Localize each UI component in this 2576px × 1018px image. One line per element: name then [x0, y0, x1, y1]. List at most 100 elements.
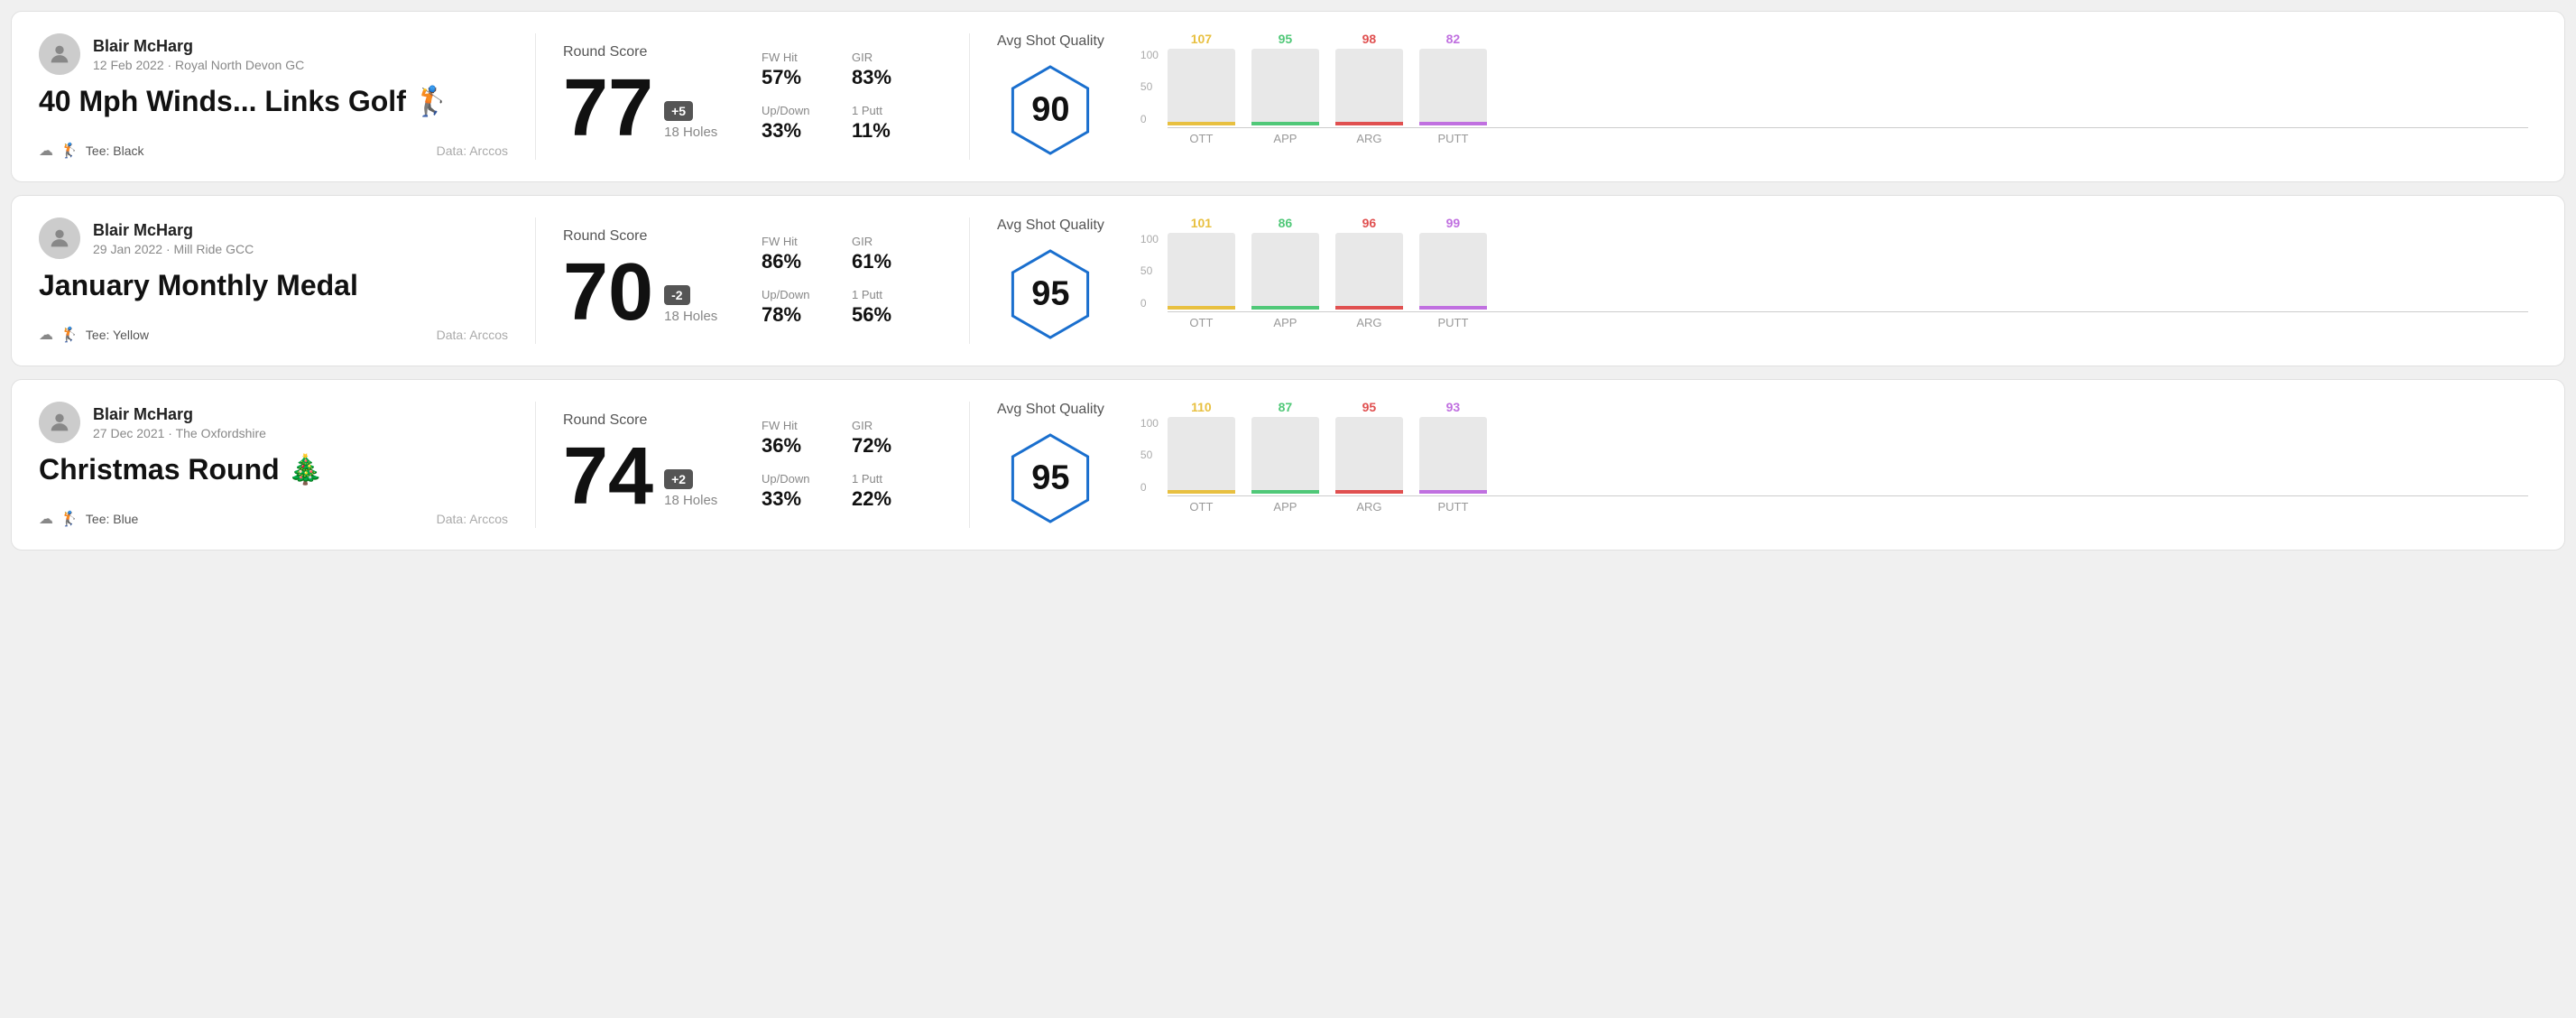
updown-label-2: Up/Down	[762, 288, 825, 301]
chart-bar-line-arg	[1335, 306, 1403, 310]
chart-bar-line-app	[1251, 490, 1319, 494]
chart-bar-putt	[1419, 417, 1487, 494]
chart-bar-ott	[1168, 417, 1235, 494]
card-left-2: Blair McHarg 29 Jan 2022 · Mill Ride GCC…	[39, 217, 508, 344]
chart-val-ott: 110	[1191, 400, 1212, 414]
tee-info-3: ☁ 🏌 Tee: Blue	[39, 510, 138, 528]
oneputt-label-2: 1 Putt	[852, 288, 915, 301]
card-left-1: Blair McHarg 12 Feb 2022 · Royal North D…	[39, 33, 508, 160]
score-section-2: Round Score 70 -2 18 Holes	[563, 217, 762, 344]
gir-value-3: 72%	[852, 434, 915, 458]
data-source-3: Data: Arccos	[437, 512, 508, 526]
stat-gir-2: GIR 61%	[852, 235, 915, 273]
stats-row-top-2: FW Hit 86% GIR 61%	[762, 235, 942, 273]
round-score-label-3: Round Score	[563, 412, 762, 429]
chart-label-arg: ARG	[1335, 316, 1403, 329]
data-source-2: Data: Arccos	[437, 328, 508, 342]
bag-icon-3: 🏌	[60, 510, 78, 528]
chart-label-ott: OTT	[1168, 316, 1235, 329]
y-axis-0: 0	[1140, 481, 1159, 494]
chart-val-putt: 82	[1446, 32, 1461, 46]
tee-info-1: ☁ 🏌 Tee: Black	[39, 142, 144, 160]
user-row-3: Blair McHarg 27 Dec 2021 · The Oxfordshi…	[39, 402, 508, 443]
y-axis-100: 100	[1140, 417, 1159, 430]
round-title-1: 40 Mph Winds... Links Golf 🏌	[39, 84, 508, 118]
divider1-2	[535, 217, 536, 344]
chart-label-app: APP	[1251, 316, 1319, 329]
chart-bar-putt	[1419, 233, 1487, 310]
user-name-1: Blair McHarg	[93, 37, 304, 56]
chart-label-app: APP	[1251, 500, 1319, 514]
chart-bar-app	[1251, 49, 1319, 125]
chart-col-ott: 110	[1168, 400, 1235, 494]
round-title-2: January Monthly Medal	[39, 268, 508, 302]
stat-oneputt-2: 1 Putt 56%	[852, 288, 915, 327]
round-card-3: Blair McHarg 27 Dec 2021 · The Oxfordshi…	[11, 379, 2565, 551]
weather-icon-2: ☁	[39, 326, 53, 344]
weather-icon-3: ☁	[39, 510, 53, 528]
stats-section-3: FW Hit 36% GIR 72% Up/Down 33% 1 Putt 22…	[762, 402, 942, 528]
chart-bar-line-ott	[1168, 306, 1235, 310]
stat-updown-3: Up/Down 33%	[762, 472, 825, 511]
chart-col-app: 86	[1251, 216, 1319, 310]
chart-bar-line-arg	[1335, 122, 1403, 125]
updown-value-1: 33%	[762, 119, 825, 143]
chart-label-ott: OTT	[1168, 132, 1235, 145]
stats-section-1: FW Hit 57% GIR 83% Up/Down 33% 1 Putt 11…	[762, 33, 942, 160]
chart-col-putt: 99	[1419, 216, 1487, 310]
y-axis-100: 100	[1140, 233, 1159, 245]
stat-fw-hit-1: FW Hit 57%	[762, 51, 825, 89]
chart-val-app: 86	[1279, 216, 1293, 230]
user-name-3: Blair McHarg	[93, 405, 266, 424]
chart-col-app: 87	[1251, 400, 1319, 494]
y-axis-0: 0	[1140, 113, 1159, 125]
divider2-1	[969, 33, 970, 160]
hexagon-score-2: 95	[1031, 275, 1069, 314]
quality-left-3: Avg Shot Quality 95	[997, 402, 1104, 528]
bag-icon-2: 🏌	[60, 326, 78, 344]
hexagon-score-1: 90	[1031, 91, 1069, 130]
user-row-1: Blair McHarg 12 Feb 2022 · Royal North D…	[39, 33, 508, 75]
oneputt-label-1: 1 Putt	[852, 104, 915, 117]
y-axis-0: 0	[1140, 297, 1159, 310]
gir-label-1: GIR	[852, 51, 915, 64]
chart-container-2: 100 50 0 101 86 96	[1131, 233, 2537, 329]
card-footer-2: ☁ 🏌 Tee: Yellow Data: Arccos	[39, 326, 508, 344]
chart-bar-line-app	[1251, 306, 1319, 310]
quality-section-1: Avg Shot Quality 90 100 50 0 107	[997, 33, 2537, 160]
chart-val-ott: 107	[1191, 32, 1212, 46]
quality-left-2: Avg Shot Quality 95	[997, 217, 1104, 344]
tee-label-1: Tee: Black	[86, 143, 144, 158]
chart-container-1: 100 50 0 107 95 98	[1131, 49, 2537, 145]
hexagon-1: 90	[1001, 60, 1100, 160]
chart-label-app: APP	[1251, 132, 1319, 145]
card-left-3: Blair McHarg 27 Dec 2021 · The Oxfordshi…	[39, 402, 508, 528]
user-row-2: Blair McHarg 29 Jan 2022 · Mill Ride GCC	[39, 217, 508, 259]
stat-fw-hit-3: FW Hit 36%	[762, 419, 825, 458]
score-badge-block-1: +5 18 Holes	[664, 101, 717, 149]
score-holes-2: 18 Holes	[664, 309, 717, 324]
y-axis-100: 100	[1140, 49, 1159, 61]
fw-hit-label-1: FW Hit	[762, 51, 825, 64]
bag-icon-1: 🏌	[60, 142, 78, 160]
quality-left-1: Avg Shot Quality 90	[997, 33, 1104, 160]
updown-label-3: Up/Down	[762, 472, 825, 486]
divider2-2	[969, 217, 970, 344]
card-footer-3: ☁ 🏌 Tee: Blue Data: Arccos	[39, 510, 508, 528]
score-diff-2: -2	[664, 285, 689, 305]
chart-val-arg: 96	[1362, 216, 1377, 230]
oneputt-value-1: 11%	[852, 119, 915, 143]
tee-label-2: Tee: Yellow	[86, 328, 149, 342]
chart-val-app: 95	[1279, 32, 1293, 46]
score-badge-block-3: +2 18 Holes	[664, 469, 717, 517]
score-holes-3: 18 Holes	[664, 493, 717, 508]
chart-col-putt: 93	[1419, 400, 1487, 494]
avatar-2	[39, 217, 80, 259]
chart-bar-line-ott	[1168, 490, 1235, 494]
chart-bar-line-putt	[1419, 306, 1487, 310]
chart-bar-app	[1251, 417, 1319, 494]
chart-col-ott: 101	[1168, 216, 1235, 310]
score-main-1: 77 +5 18 Holes	[563, 68, 762, 149]
user-info-3: Blair McHarg 27 Dec 2021 · The Oxfordshi…	[93, 405, 266, 440]
stat-gir-1: GIR 83%	[852, 51, 915, 89]
